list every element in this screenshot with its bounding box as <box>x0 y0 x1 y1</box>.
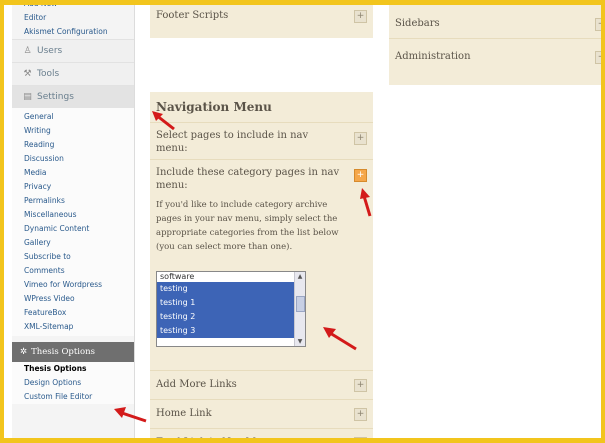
footer-scripts-expand-button[interactable]: + <box>354 10 367 23</box>
sidebar-menu-thesis-options[interactable]: ✲ Thesis Options <box>12 342 134 362</box>
feed-link-label: Feed Link in Nav Menu <box>156 437 275 443</box>
administration-label: Administration <box>395 51 471 62</box>
sidebar-item-writing[interactable]: Writing <box>12 124 134 138</box>
users-label: Users <box>37 46 63 56</box>
include-categories-description: If you'd like to include category archiv… <box>150 196 373 256</box>
select-pages-label-line2: menu: <box>156 143 188 154</box>
select-pages-label: Select pages to include in nav menu: <box>150 123 373 155</box>
thesis-options-label: Thesis Options <box>31 347 95 357</box>
include-categories-label: Include these category pages in nav menu… <box>150 160 373 192</box>
sidebar-item-miscellaneous[interactable]: Miscellaneous <box>12 208 134 222</box>
sidebars-expand-button[interactable]: + <box>595 18 601 31</box>
add-more-links-row[interactable]: Add More Links + <box>150 371 373 400</box>
scroll-up-icon[interactable]: ▲ <box>295 272 305 281</box>
sidebar-item-xml-sitemap[interactable]: XML-Sitemap <box>12 320 134 334</box>
sidebar-item-akismet[interactable]: Akismet Configuration <box>12 25 134 39</box>
administration-row[interactable]: Administration + <box>389 39 601 75</box>
sidebar-item-custom-file-editor[interactable]: Custom File Editor <box>12 390 134 404</box>
screenshot-frame: Add New Editor Akismet Configuration ♙ U… <box>0 0 605 443</box>
scroll-thumb[interactable] <box>296 296 305 312</box>
annotation-arrow-listbox <box>323 327 357 351</box>
sidebar-item-permalinks[interactable]: Permalinks <box>12 194 134 208</box>
home-link-label: Home Link <box>156 408 212 419</box>
description-line: If you'd like to include category archiv… <box>156 200 328 210</box>
thesis-icon: ✲ <box>20 347 28 357</box>
admin-sidebar: Add New Editor Akismet Configuration ♙ U… <box>12 5 135 438</box>
sidebar-item-design-options[interactable]: Design Options <box>12 376 134 390</box>
sidebar-menu-settings[interactable]: ▤ Settings <box>12 85 134 108</box>
footer-scripts-label: Footer Scripts <box>156 10 229 21</box>
add-more-links-expand-button[interactable]: + <box>354 379 367 392</box>
scroll-down-icon[interactable]: ▼ <box>295 337 305 346</box>
add-more-links-label: Add More Links <box>156 379 237 390</box>
sidebar-item-dynamic-content[interactable]: Dynamic Content <box>12 222 134 236</box>
settings-icon: ▤ <box>23 91 32 102</box>
sidebar-item-subscribe-to[interactable]: Subscribe to <box>12 250 134 264</box>
sidebar-item-editor[interactable]: Editor <box>12 11 134 25</box>
sidebar-menu-users[interactable]: ♙ Users <box>12 39 134 62</box>
admin-page: Add New Editor Akismet Configuration ♙ U… <box>12 5 601 438</box>
sidebar-item-thesis-options[interactable]: Thesis Options <box>12 362 134 376</box>
sidebar-item-comments[interactable]: Comments <box>12 264 134 278</box>
category-multiselect[interactable]: software testing testing 1 testing 2 tes… <box>156 271 306 347</box>
sidebar-item-privacy[interactable]: Privacy <box>12 180 134 194</box>
tools-icon: ⚒ <box>23 68 32 79</box>
navigation-menu-panel: Navigation Menu Select pages to include … <box>150 92 373 443</box>
annotation-arrow-nav-title <box>152 111 175 131</box>
footer-scripts-row[interactable]: Footer Scripts + <box>150 5 373 38</box>
right-options-panel: Sidebars + Administration + <box>389 5 601 85</box>
home-link-expand-button[interactable]: + <box>354 408 367 421</box>
sidebar-item-featurebox[interactable]: FeatureBox <box>12 306 134 320</box>
select-pages-expand-button[interactable]: + <box>354 132 367 145</box>
category-option-selected[interactable]: testing 3 <box>157 324 305 338</box>
sidebar-item-media[interactable]: Media <box>12 166 134 180</box>
settings-label: Settings <box>37 92 74 102</box>
sidebars-row[interactable]: Sidebars + <box>389 5 601 39</box>
sidebar-item-reading[interactable]: Reading <box>12 138 134 152</box>
administration-expand-button[interactable]: + <box>595 51 601 64</box>
description-line: (you can select more than one). <box>156 242 293 252</box>
thesis-submenu: Thesis Options Design Options Custom Fil… <box>12 362 134 404</box>
annotation-arrow-include-categories <box>360 188 372 217</box>
sidebar-menu-tools[interactable]: ⚒ Tools <box>12 62 134 85</box>
posts-submenu: Add New Editor Akismet Configuration <box>12 5 134 39</box>
sidebar-item-discussion[interactable]: Discussion <box>12 152 134 166</box>
sidebar-item-wpress-video[interactable]: WPress Video <box>12 292 134 306</box>
sidebar-item-general[interactable]: General <box>12 110 134 124</box>
sidebar-item-vimeo[interactable]: Vimeo for Wordpress <box>12 278 134 292</box>
sidebar-item-add-new[interactable]: Add New <box>12 5 134 11</box>
category-option-selected[interactable]: testing <box>157 282 305 296</box>
footer-scripts-panel: Footer Scripts + <box>150 5 373 38</box>
category-option-selected[interactable]: testing 2 <box>157 310 305 324</box>
settings-submenu: General Writing Reading Discussion Media… <box>12 108 134 336</box>
include-categories-collapse-button[interactable]: + <box>354 169 367 182</box>
description-line: appropriate categories from the list bel… <box>156 228 339 238</box>
include-categories-label-line2: menu: <box>156 180 188 191</box>
tools-label: Tools <box>37 69 60 79</box>
category-option[interactable]: software <box>157 272 305 282</box>
home-link-row[interactable]: Home Link + <box>150 400 373 429</box>
nav-menu-title: Navigation Menu <box>150 92 373 123</box>
feed-link-expand-button[interactable]: + <box>354 437 367 438</box>
sidebars-label: Sidebars <box>395 18 440 29</box>
listbox-scrollbar[interactable]: ▲ ▼ <box>294 272 305 346</box>
sidebar-item-gallery[interactable]: Gallery <box>12 236 134 250</box>
select-pages-row[interactable]: Select pages to include in nav menu: + <box>150 123 373 160</box>
feed-link-row[interactable]: Feed Link in Nav Menu + <box>150 429 373 443</box>
annotation-arrow-thesis-options <box>114 407 147 423</box>
users-icon: ♙ <box>23 45 32 56</box>
category-option-selected[interactable]: testing 1 <box>157 296 305 310</box>
include-categories-label-line1: Include these category pages in nav <box>156 167 340 178</box>
description-line: pages in your nav menu, simply select th… <box>156 214 338 224</box>
